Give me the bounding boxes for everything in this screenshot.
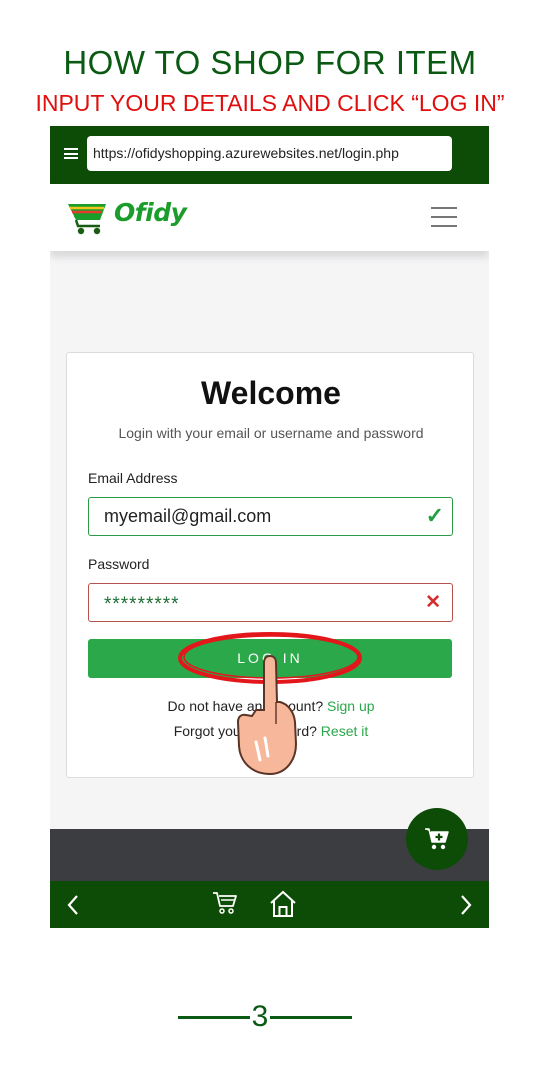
tutorial-subtitle: INPUT YOUR DETAILS AND CLICK “LOG IN” xyxy=(35,90,505,116)
logo-text: Ofidy xyxy=(114,198,187,227)
email-field[interactable]: myemail@gmail.com ✓ xyxy=(88,497,453,536)
site-navbar: Ofidy xyxy=(50,184,489,251)
logo-cart-icon xyxy=(68,204,106,235)
reset-link[interactable]: Reset it xyxy=(321,723,368,739)
browser-url-bar: https://ofidyshopping.azurewebsites.net/… xyxy=(50,126,489,184)
footer-line-right xyxy=(270,1016,352,1019)
check-icon: ✓ xyxy=(425,503,444,528)
signup-link[interactable]: Sign up xyxy=(327,698,374,714)
password-field[interactable]: ********* ✕ xyxy=(88,583,453,622)
email-value: myemail@gmail.com xyxy=(104,506,272,526)
password-value: ********* xyxy=(104,594,180,615)
phone-screenshot: https://ofidyshopping.azurewebsites.net/… xyxy=(50,126,489,928)
cart-plus-icon xyxy=(425,828,449,850)
home-icon[interactable] xyxy=(268,889,298,919)
login-instructions: Login with your email or username and pa… xyxy=(118,425,424,441)
chevron-right-icon[interactable] xyxy=(459,894,473,916)
cart-plus-button[interactable] xyxy=(406,808,468,870)
hamburger-icon[interactable] xyxy=(431,207,457,227)
password-label: Password xyxy=(88,556,150,572)
welcome-heading: Welcome xyxy=(201,375,341,411)
x-icon: ✕ xyxy=(425,592,441,613)
email-label: Email Address xyxy=(88,470,178,486)
url-field[interactable]: https://ofidyshopping.azurewebsites.net/… xyxy=(87,136,452,171)
chevron-left-icon[interactable] xyxy=(66,894,80,916)
url-text: https://ofidyshopping.azurewebsites.net/… xyxy=(93,145,399,161)
menu-icon[interactable] xyxy=(64,148,78,159)
footer-line-left xyxy=(178,1016,250,1019)
browser-bottom-bar xyxy=(50,881,489,928)
cart-icon[interactable] xyxy=(212,891,238,915)
tutorial-title: HOW TO SHOP FOR ITEM xyxy=(63,44,477,81)
pointing-hand-icon xyxy=(236,654,298,776)
